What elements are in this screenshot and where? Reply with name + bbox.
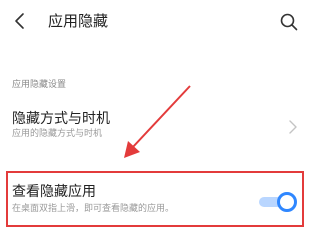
hide-method-subtitle: 应用的隐藏方式与时机 (12, 129, 103, 139)
hide-method-title: 隐藏方式与时机 (12, 111, 110, 127)
hide-method-setting-row[interactable]: 隐藏方式与时机 应用的隐藏方式与时机 (0, 104, 311, 148)
chevron-right-icon (289, 120, 297, 134)
toggle-knob (277, 192, 297, 212)
search-icon[interactable] (278, 11, 300, 33)
view-hidden-apps-row[interactable]: 查看隐藏应用 在桌面双指上滑，即可查看隐藏的应用。 (0, 178, 311, 226)
section-header: 应用隐藏设置 (12, 80, 67, 90)
page-title: 应用隐藏 (48, 12, 109, 30)
app-hiding-screen: 应用隐藏 应用隐藏设置 隐藏方式与时机 应用的隐藏方式与时机 查看隐藏应用 在桌… (0, 0, 311, 248)
view-hidden-apps-toggle[interactable] (259, 192, 297, 212)
top-bar: 应用隐藏 (0, 0, 311, 44)
view-hidden-apps-title: 查看隐藏应用 (12, 184, 96, 200)
view-hidden-apps-subtitle: 在桌面双指上滑，即可查看隐藏的应用。 (12, 204, 175, 214)
back-icon[interactable] (10, 10, 32, 32)
